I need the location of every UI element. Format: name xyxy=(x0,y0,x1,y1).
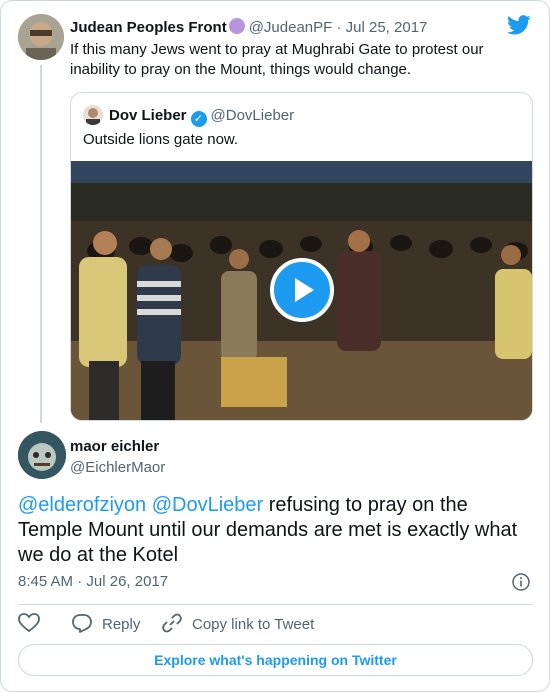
handle[interactable]: @EichlerMaor xyxy=(70,459,165,476)
divider xyxy=(18,604,533,605)
avatar[interactable] xyxy=(18,14,64,60)
date: Jul 26, 2017 xyxy=(86,573,169,590)
quoted-tweet-header: Dov Lieber ✓ @DovLieber xyxy=(83,105,294,127)
mention-link[interactable]: @elderofziyon xyxy=(18,494,146,516)
copy-link-button[interactable]: Copy link to Tweet xyxy=(162,613,314,635)
verified-icon: ✓ xyxy=(190,111,207,127)
tweet-timestamp[interactable]: 8:45 AM · Jul 26, 2017 xyxy=(18,573,168,590)
parent-tweet-header: Judean Peoples Front @JudeanPF · Jul 25, … xyxy=(70,18,427,36)
play-icon xyxy=(295,278,314,302)
copy-link-label: Copy link to Tweet xyxy=(192,616,315,633)
badge-icon xyxy=(228,18,245,34)
avatar[interactable] xyxy=(18,431,66,479)
handle[interactable]: @DovLieber xyxy=(211,107,295,124)
mention-link[interactable]: @DovLieber xyxy=(152,494,263,516)
thread-line xyxy=(40,65,42,423)
tweet-text: If this many Jews went to pray at Mughra… xyxy=(70,41,484,78)
quoted-tweet-text: Outside lions gate now. xyxy=(83,131,239,148)
play-button[interactable] xyxy=(270,258,334,322)
embedded-tweet-card: Judean Peoples Front @JudeanPF · Jul 25, … xyxy=(0,0,550,692)
info-icon[interactable] xyxy=(512,573,530,591)
tweet-actions: Reply Copy link to Tweet xyxy=(18,613,533,635)
tweet-date[interactable]: Jul 25, 2017 xyxy=(346,19,428,36)
like-button[interactable] xyxy=(18,613,50,635)
reply-label: Reply xyxy=(102,616,141,633)
heart-icon xyxy=(18,613,40,633)
reply-tweet-text: @elderofziyon @DovLieber refusing to pra… xyxy=(18,493,533,568)
handle[interactable]: @JudeanPF xyxy=(249,19,333,36)
display-name[interactable]: Dov Lieber xyxy=(109,107,187,124)
time: 8:45 AM xyxy=(18,573,74,590)
avatar[interactable] xyxy=(83,105,103,125)
explore-button[interactable]: Explore what's happening on Twitter xyxy=(18,644,533,676)
twitter-bird-icon[interactable] xyxy=(507,15,531,35)
video-thumbnail[interactable] xyxy=(71,161,532,420)
reply-icon xyxy=(72,614,92,633)
display-name[interactable]: maor eichler xyxy=(70,438,159,455)
display-name[interactable]: Judean Peoples Front xyxy=(70,19,227,36)
link-icon xyxy=(162,613,182,633)
quoted-tweet[interactable]: Dov Lieber ✓ @DovLieber Outside lions gate… xyxy=(70,92,533,421)
separator: · xyxy=(77,573,83,590)
separator: · xyxy=(336,19,342,36)
reply-button[interactable]: Reply xyxy=(72,613,140,635)
